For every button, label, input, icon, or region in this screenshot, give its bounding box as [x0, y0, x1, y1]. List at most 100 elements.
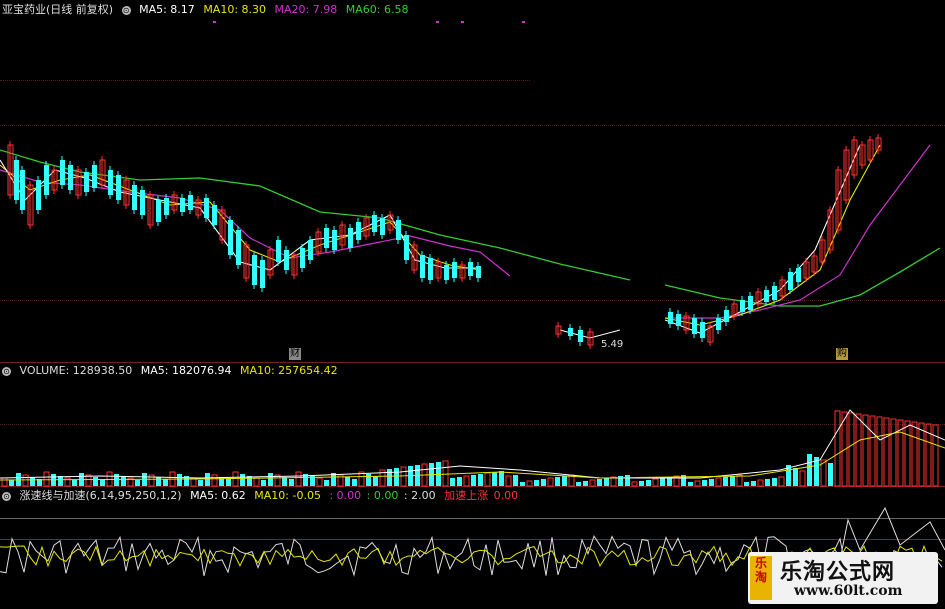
- volume-bar: [295, 471, 302, 487]
- volume-bar: [932, 424, 939, 487]
- volume-bar: [324, 480, 329, 486]
- volume-bar: [589, 479, 596, 487]
- candle-body: [700, 322, 705, 338]
- candle-body: [84, 172, 89, 192]
- volume-bar: [723, 477, 728, 486]
- candle-body: [252, 255, 257, 285]
- site-watermark: 乐淘 乐淘公式网 www.60lt.com: [748, 552, 938, 604]
- candle-body: [372, 215, 377, 232]
- volume-bar: [261, 480, 266, 486]
- candle-body: [164, 198, 169, 215]
- indicator-v2: : 0.00: [366, 489, 399, 502]
- volume-bar: [904, 420, 911, 487]
- volume-bar: [555, 477, 560, 486]
- volume-bar: [652, 478, 659, 487]
- volume-bar: [163, 479, 168, 486]
- volume-bar: [834, 410, 841, 487]
- candle-body: [468, 262, 473, 276]
- volume-bar: [121, 476, 126, 486]
- volume-ma10-line: [0, 431, 945, 481]
- candle-body: [276, 240, 281, 262]
- indicator-legend: ⊙ 涨速线与加速(6,14,95,250,1,2) MA5: 0.62 MA10…: [2, 488, 523, 504]
- indicator-title[interactable]: 涨速线与加速(6,14,95,250,1,2): [20, 489, 182, 502]
- event-tag-finance[interactable]: 财: [289, 348, 301, 360]
- volume-settings-circle-icon[interactable]: ⊙: [2, 366, 11, 376]
- volume-bar: [394, 468, 399, 486]
- volume-bar: [373, 476, 378, 486]
- volume-bar: [541, 479, 546, 486]
- volume-bar: [688, 482, 693, 486]
- candle-body: [212, 205, 217, 225]
- volume-bar: [583, 481, 588, 486]
- candle-body: [428, 258, 433, 280]
- candle-body: [348, 228, 353, 248]
- volume-bar: [547, 477, 554, 487]
- volume-bar: [772, 478, 777, 486]
- volume-bar: [715, 477, 722, 487]
- volume-bar: [639, 481, 644, 486]
- watermark-logo: 乐淘: [750, 556, 772, 600]
- candle-body: [476, 266, 481, 278]
- signal-marker: [213, 21, 216, 23]
- volume-bar: [72, 480, 77, 486]
- volume-bar: [505, 475, 512, 487]
- candle-body: [724, 310, 729, 322]
- candle-body: [788, 272, 793, 290]
- volume-ma5-value: MA5: 182076.94: [140, 364, 232, 377]
- ma5-line: [664, 144, 861, 334]
- candle-body: [180, 198, 185, 212]
- volume-bar: [93, 477, 98, 486]
- volume-bar: [43, 471, 50, 487]
- indicator-v3: : 2.00: [403, 489, 436, 502]
- volume-bar: [631, 481, 638, 487]
- volume-bar: [211, 474, 218, 487]
- candle-body: [156, 200, 161, 222]
- volume-bar: [876, 416, 883, 487]
- candle-body: [236, 230, 241, 265]
- volume-bar: [100, 479, 105, 486]
- volume-bar: [799, 470, 806, 487]
- price-volume-chart-canvas[interactable]: [0, 0, 945, 609]
- candle-body: [60, 160, 65, 185]
- signal-marker: [522, 21, 525, 23]
- indicator-settings-circle-icon[interactable]: ⊙: [2, 491, 11, 501]
- volume-bar: [471, 475, 476, 486]
- volume-bar: [30, 477, 35, 486]
- volume-bar: [562, 476, 567, 486]
- candle-body: [568, 328, 573, 336]
- volume-bar: [730, 476, 735, 486]
- candle-body: [308, 240, 313, 260]
- volume-ma10-value: MA10: 257654.42: [239, 364, 338, 377]
- ma60-line: [664, 247, 941, 307]
- candle-body: [452, 262, 457, 278]
- indicator-ma10-value: MA10: -0.05: [254, 489, 321, 502]
- candle-body: [578, 330, 583, 342]
- candle-body: [140, 190, 145, 215]
- candle-body: [772, 286, 777, 300]
- volume-bar: [253, 477, 260, 487]
- volume-bar: [492, 472, 497, 486]
- volume-bar: [744, 482, 749, 486]
- candle-body: [676, 314, 681, 326]
- volume-bar: [198, 480, 203, 486]
- event-tag-purchase[interactable]: 购: [836, 348, 848, 360]
- volume-legend: ⊙ VOLUME: 128938.50 MA5: 182076.94 MA10:…: [2, 363, 343, 379]
- indicator-ma5-value: MA5: 0.62: [190, 489, 246, 502]
- volume-bar: [400, 466, 407, 487]
- signal-label: 加速上涨: [444, 489, 489, 502]
- candle-body: [764, 290, 769, 302]
- watermark-title: 乐淘公式网: [780, 559, 896, 585]
- volume-bar: [58, 476, 63, 486]
- indicator-v1: : 0.00: [329, 489, 362, 502]
- volume-bar: [751, 481, 756, 486]
- candle-body: [380, 218, 385, 235]
- candle-body: [68, 165, 73, 190]
- volume-bar: [597, 479, 602, 486]
- volume-bar: [526, 480, 533, 487]
- volume-bar: [848, 412, 855, 487]
- signal-value: 0.00: [493, 489, 519, 502]
- volume-bar: [457, 477, 462, 486]
- volume-bar: [757, 479, 764, 487]
- volume-bar: [660, 478, 665, 486]
- volume-bar: [1, 477, 8, 487]
